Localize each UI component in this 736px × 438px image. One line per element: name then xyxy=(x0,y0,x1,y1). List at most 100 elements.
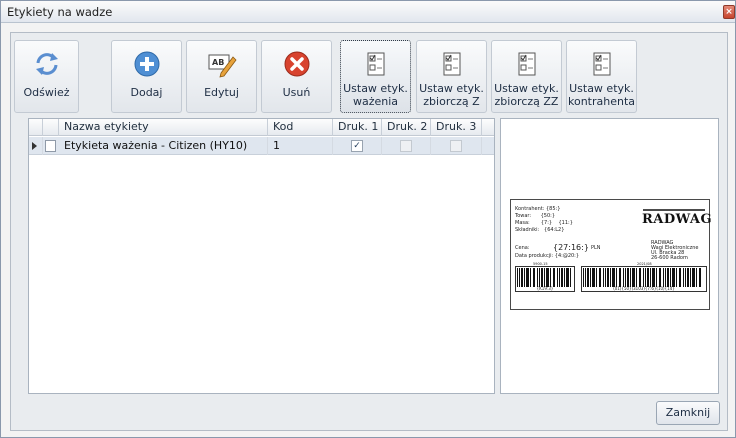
refresh-label: Odśwież xyxy=(23,86,70,99)
barcode-bar xyxy=(557,268,558,287)
barcode-bar xyxy=(692,268,695,287)
barcode-bar xyxy=(672,268,675,287)
window-title: Etykiety na wadze xyxy=(7,5,113,19)
labels-grid: Nazwa etykiety Kod Druk. 1 Druk. 2 Druk.… xyxy=(28,118,495,394)
druk1-checkbox[interactable]: ✓ xyxy=(351,140,363,152)
barcode-bar xyxy=(570,268,571,287)
delete-x-icon xyxy=(284,51,309,77)
field-mass: Masa: {7:} {11:} xyxy=(515,220,573,226)
barcode-ean: {K19:3} xyxy=(515,266,575,292)
label-line1: Ustaw etyk. xyxy=(494,82,559,95)
barcode-bar xyxy=(583,268,584,287)
column-header-druk1[interactable]: Druk. 1 xyxy=(333,119,382,136)
barcode-bar xyxy=(687,268,689,287)
barcode-bar xyxy=(636,268,637,287)
row-select-cell[interactable] xyxy=(43,137,59,155)
refresh-icon xyxy=(35,53,58,75)
barcode-bar xyxy=(667,268,669,287)
cell-druk2[interactable] xyxy=(382,137,431,155)
refresh-button[interactable]: Odśwież xyxy=(14,40,79,113)
barcode-bar xyxy=(539,268,540,287)
field-currency: PLN xyxy=(591,245,601,251)
druk2-checkbox[interactable] xyxy=(400,140,412,152)
barcode-bar xyxy=(524,268,525,287)
cell-name[interactable]: Etykieta ważenia - Citizen (HY10) xyxy=(59,137,268,155)
barcode-bar xyxy=(566,268,569,287)
delete-button[interactable]: Usuń xyxy=(261,40,332,113)
barcode-bar xyxy=(630,268,631,287)
barcode-bar xyxy=(652,268,655,287)
barcode-bar xyxy=(517,268,518,287)
barcode-bar xyxy=(564,268,565,287)
set-collective-z-label-button[interactable]: Ustaw etyk. zbiorczą Z xyxy=(416,40,487,113)
field-production-date: Data produkcji: {4:@20:} xyxy=(515,253,580,259)
barcode-bar xyxy=(592,268,595,287)
label-line1: Ustaw etyk. xyxy=(419,82,484,95)
table-row[interactable]: Etykieta ważenia - Citizen (HY10) 1 ✓ xyxy=(29,137,494,155)
dialog-window: Etykiety na wadze × Odśwież Dodaj AB Edy… xyxy=(0,0,736,438)
barcode-bar xyxy=(625,268,626,287)
checklist-icon xyxy=(443,52,460,76)
row-select-checkbox[interactable] xyxy=(45,140,56,152)
barcode-bar xyxy=(599,268,601,287)
title-bar[interactable]: Etykiety na wadze × xyxy=(1,1,735,23)
company-line-4: 26-600 Radom xyxy=(651,255,688,261)
edit-button[interactable]: AB Edytuj xyxy=(186,40,257,113)
label-line2: kontrahenta xyxy=(567,95,636,108)
barcode-bar xyxy=(559,268,560,287)
column-header-code[interactable]: Kod xyxy=(268,119,333,136)
barcode-bar xyxy=(696,268,697,287)
window-close-icon[interactable]: × xyxy=(723,5,735,19)
barcode-bar xyxy=(544,268,545,287)
barcode-bar xyxy=(607,268,609,287)
header-select-cell xyxy=(43,119,59,136)
barcode-bar xyxy=(679,268,681,287)
row-pointer-icon xyxy=(32,142,37,150)
barcode-bar xyxy=(519,268,520,287)
barcode-bar xyxy=(550,268,551,287)
column-header-name[interactable]: Nazwa etykiety xyxy=(59,119,268,136)
cell-druk1[interactable]: ✓ xyxy=(333,137,382,155)
cell-druk3[interactable] xyxy=(431,137,482,155)
barcode-bar xyxy=(533,268,535,287)
delete-label: Usuń xyxy=(282,86,311,99)
close-button[interactable]: Zamknij xyxy=(656,401,720,425)
barcode-bar xyxy=(683,268,684,287)
field-contractor: Kontrahent: {85:} xyxy=(515,206,561,212)
column-header-druk2[interactable]: Druk. 2 xyxy=(382,119,431,136)
set-weighing-label-button[interactable]: Ustaw etyk. ważenia xyxy=(340,40,411,113)
barcode-bar xyxy=(587,268,589,287)
label-line2: ważenia xyxy=(352,95,399,108)
barcode-bar xyxy=(521,268,523,287)
cell-code[interactable]: 1 xyxy=(268,137,333,155)
barcode-bar xyxy=(690,268,691,287)
barcode-bar xyxy=(659,268,661,287)
barcode-bar xyxy=(603,268,604,287)
barcode-bar xyxy=(627,268,629,287)
field-ingredients: Składniki: {64:L2} xyxy=(515,227,565,233)
add-button[interactable]: Dodaj xyxy=(111,40,182,113)
barcode-bar xyxy=(665,268,666,287)
barcode-gs1: (01){50}(3103){7:6}(10){14} xyxy=(581,266,707,292)
set-contractor-label-button[interactable]: Ustaw etyk. kontrahenta xyxy=(566,40,637,113)
barcode-bar xyxy=(537,268,538,287)
label-line1: Ustaw etyk. xyxy=(569,82,634,95)
label-line1: Ustaw etyk. xyxy=(343,82,408,95)
barcode-bar xyxy=(699,268,701,287)
set-collective-zz-label-button[interactable]: Ustaw etyk. zbiorczą ZZ xyxy=(491,40,562,113)
set-collective-z-label-text: Ustaw etyk. zbiorczą Z xyxy=(417,82,486,108)
barcode-bar xyxy=(541,268,543,287)
column-header-druk3[interactable]: Druk. 3 xyxy=(431,119,482,136)
druk3-checkbox[interactable] xyxy=(450,140,462,152)
grid-header: Nazwa etykiety Kod Druk. 1 Druk. 2 Druk.… xyxy=(29,119,494,136)
label-preview: Kontrahent: {85:} Towar: {50:} Masa: {7:… xyxy=(510,199,712,310)
barcode-bar xyxy=(561,268,563,287)
label-line2: zbiorczą ZZ xyxy=(494,95,559,108)
barcode-bar xyxy=(553,268,555,287)
barcode-bar xyxy=(526,268,529,287)
field-price-value: {27:16:} xyxy=(553,243,589,252)
barcode-bar xyxy=(645,268,646,287)
barcode-bar xyxy=(616,268,617,287)
field-goods: Towar: {50:} xyxy=(515,213,556,219)
checklist-icon xyxy=(518,52,535,76)
